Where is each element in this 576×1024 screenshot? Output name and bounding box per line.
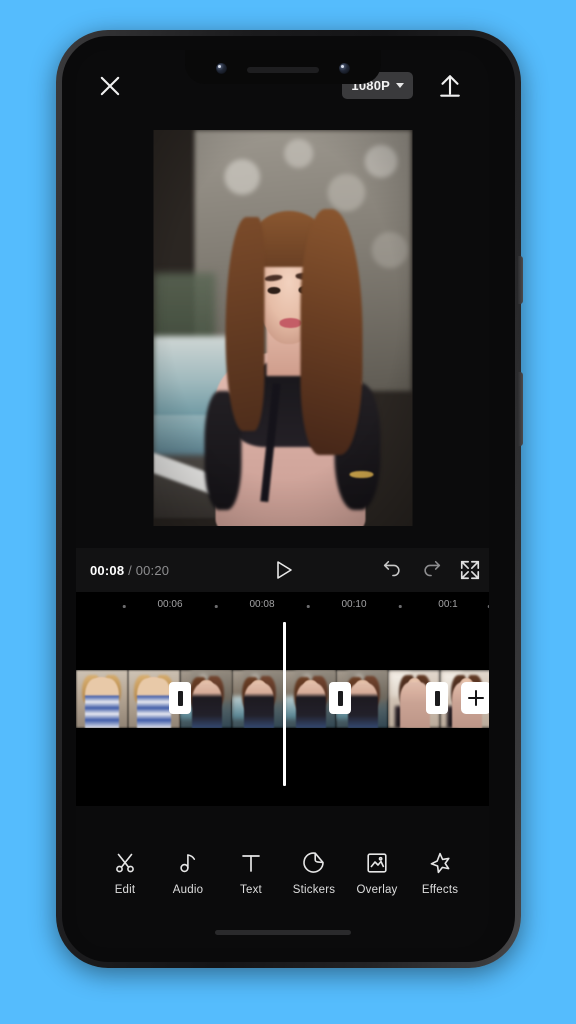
- play-button[interactable]: [271, 558, 295, 582]
- playhead[interactable]: [283, 622, 286, 786]
- ruler-label-3: 00:1: [438, 599, 458, 610]
- playback-bar: 00:08 / 00:20: [76, 548, 489, 592]
- export-button[interactable]: [435, 70, 465, 100]
- music-note-icon: [176, 851, 200, 875]
- ruler-tick-4: [487, 605, 489, 608]
- tool-effects[interactable]: Effects: [409, 851, 471, 896]
- bottom-toolbar: Edit Audio Text Stickers Overlay Effects: [76, 851, 489, 896]
- transition-marker-1[interactable]: [169, 682, 191, 714]
- plus-icon-vertical: [474, 690, 478, 706]
- ruler-label-2: 00:10: [341, 599, 367, 610]
- scissors-icon: [113, 851, 137, 875]
- current-time: 00:08: [90, 562, 125, 578]
- transition-bar-icon: [177, 690, 183, 706]
- total-time: 00:20: [135, 562, 170, 578]
- transition-marker-2[interactable]: [329, 682, 351, 714]
- transition-bar-icon: [337, 690, 343, 706]
- phone-notch: [184, 50, 381, 84]
- front-camera-icon: [215, 63, 227, 74]
- time-display: 00:08 / 00:20: [90, 563, 169, 578]
- frame-layer: [244, 682, 274, 728]
- undo-button[interactable]: [381, 559, 403, 581]
- transition-marker-3[interactable]: [426, 682, 448, 714]
- phone-frame: 1080P 00:08 / 00:20 00:06 00:08 00:10 00…: [56, 30, 523, 968]
- tool-text[interactable]: Text: [220, 851, 282, 896]
- close-button[interactable]: [96, 72, 124, 100]
- tool-label: Overlay: [356, 884, 398, 896]
- tool-edit[interactable]: Edit: [94, 851, 156, 896]
- frame-layer: [296, 682, 326, 728]
- add-clip-button[interactable]: [461, 682, 489, 714]
- tool-overlay[interactable]: Overlay: [346, 851, 408, 896]
- front-camera-secondary-icon: [338, 63, 350, 74]
- video-preview[interactable]: [153, 130, 412, 526]
- tool-label: Stickers: [292, 884, 336, 896]
- earpiece-speaker: [246, 67, 319, 73]
- tool-label: Audio: [172, 884, 204, 896]
- preview-area: [76, 116, 489, 548]
- chevron-down-icon: [396, 83, 404, 88]
- ruler-tick-0: [122, 605, 126, 608]
- text-t-icon: [239, 851, 263, 875]
- effects-star-icon: [428, 851, 452, 875]
- home-indicator: [214, 930, 351, 935]
- frame-layer: [348, 682, 378, 728]
- frame-layer: [192, 682, 222, 728]
- frame-layer: [85, 678, 119, 728]
- timeline[interactable]: 00:06 00:08 00:10 00:1: [76, 592, 489, 806]
- redo-button[interactable]: [421, 559, 443, 581]
- power-button[interactable]: [518, 256, 523, 304]
- filmstrip-frame[interactable]: [232, 670, 284, 728]
- tool-stickers[interactable]: Stickers: [283, 851, 345, 896]
- tool-label: Effects: [421, 884, 459, 896]
- timeline-ruler[interactable]: 00:06 00:08 00:10 00:1: [76, 592, 489, 622]
- ruler-label-1: 00:08: [249, 599, 275, 610]
- phone-screen: 1080P 00:08 / 00:20 00:06 00:08 00:10 00…: [76, 50, 489, 948]
- photo-vignette: [153, 130, 412, 526]
- volume-button[interactable]: [518, 372, 523, 446]
- frame-layer: [137, 678, 171, 728]
- ruler-tick-3: [398, 605, 402, 608]
- tool-label: Text: [240, 884, 262, 896]
- ruler-tick-1: [214, 605, 218, 608]
- ruler-label-0: 00:06: [157, 599, 183, 610]
- tool-audio[interactable]: Audio: [157, 851, 219, 896]
- fullscreen-button[interactable]: [459, 559, 481, 581]
- tool-label: Edit: [114, 884, 136, 896]
- sticker-icon: [302, 851, 326, 875]
- ruler-tick-2: [306, 605, 310, 608]
- transition-bar-icon: [434, 690, 440, 706]
- time-separator: /: [128, 562, 132, 578]
- overlay-image-icon: [365, 851, 389, 875]
- filmstrip-frame[interactable]: [76, 670, 128, 728]
